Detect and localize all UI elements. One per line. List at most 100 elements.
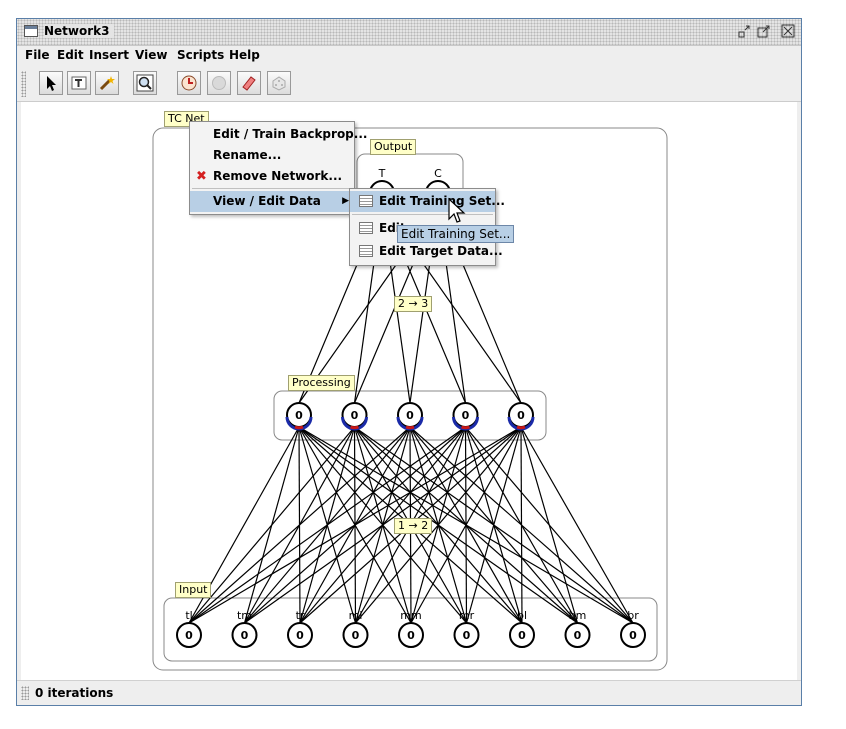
processing-neuron[interactable]: 0 <box>452 402 479 431</box>
app-window: Network3 File Edit Insert View Scripts H… <box>16 18 802 706</box>
view-edit-data-label: View / Edit Data <box>213 194 321 208</box>
mouse-cursor-icon <box>448 197 466 223</box>
menu-file[interactable]: File <box>25 48 50 62</box>
synapse[interactable] <box>298 426 301 624</box>
input-neuron-tl-value: 0 <box>185 629 193 642</box>
weight-arc-red <box>350 425 359 430</box>
processing-neuron[interactable]: 0 <box>507 402 535 431</box>
processing-neuron-value: 0 <box>406 409 414 422</box>
weight-arc-red <box>294 425 304 430</box>
input-neuron-br[interactable]: 0 br <box>620 609 646 648</box>
remove-x-icon: ✖ <box>196 169 207 184</box>
iconify-icon[interactable] <box>737 24 751 38</box>
table-icon <box>359 245 373 257</box>
maximize-icon[interactable] <box>757 24 771 38</box>
stop-icon[interactable] <box>207 71 231 95</box>
menu-scripts[interactable]: Scripts <box>177 48 224 62</box>
close-icon[interactable] <box>781 24 795 38</box>
eraser-icon[interactable] <box>237 71 261 95</box>
menu-edit[interactable]: Edit <box>57 48 84 62</box>
output-group-label[interactable]: Output <box>370 139 417 155</box>
input-neuron-mr-label: mr <box>459 609 475 622</box>
processing-neuron[interactable]: 0 <box>285 402 313 431</box>
edit-target-data-item[interactable]: Edit Target Data... <box>350 241 503 262</box>
input-neuron-bm-label: bm <box>569 609 587 622</box>
input-neuron-ml[interactable]: 0 ml <box>342 609 369 648</box>
synapse[interactable] <box>520 426 634 624</box>
input-neuron-mm-label: mm <box>400 609 421 622</box>
input-neuron-tr-label: tr <box>296 609 305 622</box>
menu-help[interactable]: Help <box>229 48 260 62</box>
window-title: Network3 <box>44 24 114 38</box>
input-neuron-ml-label: ml <box>349 609 363 622</box>
input-neuron-mr[interactable]: 0 mr <box>453 609 480 648</box>
title-bar[interactable]: Network3 <box>17 19 801 46</box>
connection-2-3-label[interactable]: 2 → 3 <box>394 296 433 312</box>
input-neuron-mr-value: 0 <box>463 629 471 642</box>
input-neuron-tm-label: tm <box>237 609 252 622</box>
processing-neuron-value: 0 <box>462 409 470 422</box>
toolbar-grip[interactable] <box>21 71 26 97</box>
synapse[interactable] <box>465 426 634 624</box>
processing-neuron-value: 0 <box>351 409 359 422</box>
remove-network-label: Remove Network... <box>213 169 343 183</box>
weight-arc-red <box>461 425 470 430</box>
input-neuron-bl-label: bl <box>517 609 527 622</box>
input-group-label[interactable]: Input <box>175 582 212 598</box>
window-icon <box>24 25 38 37</box>
input-neuron-tr[interactable]: 0 tr <box>287 609 313 648</box>
tooltip: Edit Training Set... <box>397 225 515 243</box>
processing-group-label[interactable]: Processing <box>288 375 355 391</box>
input-neuron-br-value: 0 <box>629 629 637 642</box>
edit-target-data-label: Edit Target Data... <box>379 244 503 258</box>
synapse[interactable] <box>298 426 578 624</box>
processing-neuron-value: 0 <box>295 409 303 422</box>
menu-view[interactable]: View <box>135 48 167 62</box>
input-neuron-bm-value: 0 <box>574 629 582 642</box>
table-icon <box>359 195 373 207</box>
toolbar <box>17 67 801 102</box>
status-text: 0 iterations <box>35 686 114 700</box>
input-neuron-bm[interactable]: 0 bm <box>564 609 591 648</box>
input-neuron-tl-label: tl <box>185 609 192 622</box>
view-edit-data-item[interactable]: View / Edit Data ▶ <box>190 191 354 212</box>
processing-neuron-value: 0 <box>517 409 525 422</box>
edit-train-backprop-item[interactable]: Edit / Train Backprop... <box>190 124 367 145</box>
remove-network-item[interactable]: ✖ Remove Network... <box>190 166 354 187</box>
synapse[interactable] <box>298 426 357 624</box>
input-neuron-ml-value: 0 <box>352 629 360 642</box>
submenu-separator <box>352 214 493 215</box>
processing-neuron[interactable]: 0 <box>396 402 424 431</box>
input-neuron-tr-value: 0 <box>296 629 304 642</box>
input-neuron-bl-value: 0 <box>518 629 526 642</box>
status-grip <box>21 686 29 700</box>
synapse[interactable] <box>243 426 300 624</box>
input-neuron-mm-value: 0 <box>407 629 415 642</box>
connection-1-2-label[interactable]: 1 → 2 <box>394 518 433 534</box>
wand-icon[interactable] <box>95 71 119 95</box>
network-context-menu: Edit / Train Backprop... Rename... ✖ Rem… <box>189 121 367 215</box>
network-clock-icon[interactable] <box>177 71 201 95</box>
edit-training-set-item[interactable]: Edit Training Set... <box>350 191 505 212</box>
input-neuron-br-label: br <box>627 609 639 622</box>
menu-separator <box>192 188 352 189</box>
input-neuron-tm-value: 0 <box>241 629 249 642</box>
rename-item[interactable]: Rename... <box>190 145 354 166</box>
weight-arc-red <box>516 425 526 430</box>
input-neuron-tm[interactable]: 0 tm <box>231 609 258 648</box>
menu-insert[interactable]: Insert <box>89 48 129 62</box>
status-bar: 0 iterations <box>17 680 801 705</box>
processing-neuron[interactable]: 0 <box>341 402 368 431</box>
dice-icon[interactable] <box>267 71 291 95</box>
text-tool-icon[interactable] <box>67 71 91 95</box>
select-arrow-icon[interactable] <box>39 71 63 95</box>
input-neuron-bl[interactable]: 0 bl <box>509 609 535 648</box>
input-neuron-tl[interactable]: 0 tl <box>176 609 202 648</box>
menu-bar: File Edit Insert View Scripts Help <box>17 46 801 66</box>
weight-arc-red <box>405 425 415 430</box>
table-icon <box>359 222 373 234</box>
edit-training-set-label: Edit Training Set... <box>379 194 505 208</box>
input-neuron-mm[interactable]: 0 mm <box>398 609 424 648</box>
zoom-icon[interactable] <box>133 71 157 95</box>
output-neuron-C-label: C <box>434 167 442 180</box>
